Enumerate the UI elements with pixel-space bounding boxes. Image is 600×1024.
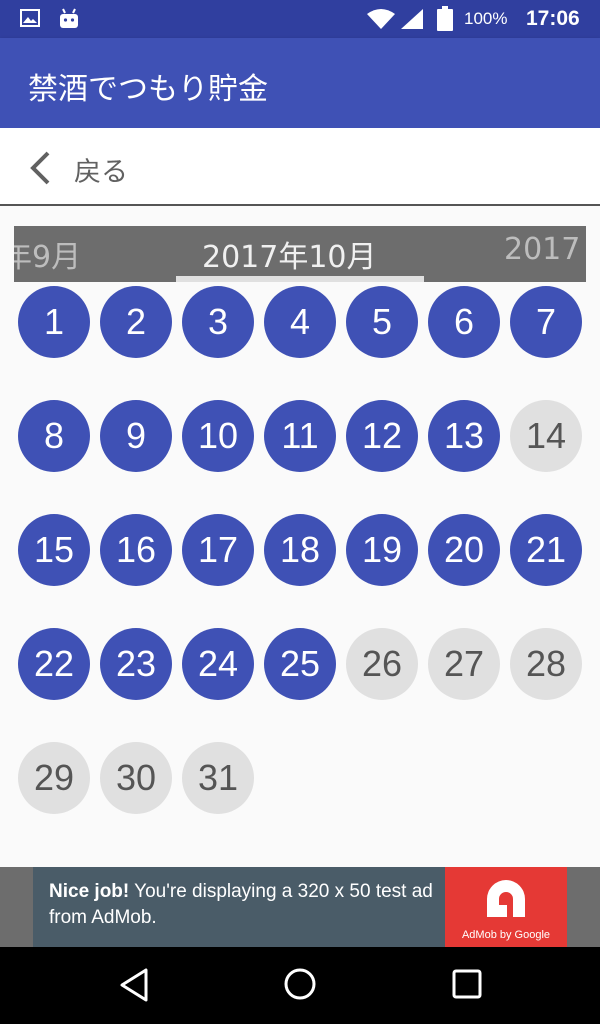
admob-brand: AdMob by Google xyxy=(461,929,551,941)
day-cell-14[interactable]: 14 xyxy=(510,400,582,472)
ad-content[interactable]: Nice job! You're displaying a 320 x 50 t… xyxy=(33,867,567,947)
ad-banner[interactable]: Nice job! You're displaying a 320 x 50 t… xyxy=(0,867,600,947)
status-bar: 100% 17:06 xyxy=(0,0,600,38)
day-cell-20[interactable]: 20 xyxy=(428,514,500,586)
signal-icon xyxy=(401,9,423,29)
ad-headline: Nice job! xyxy=(49,881,130,902)
day-cell-29[interactable]: 29 xyxy=(18,742,90,814)
clock: 17:06 xyxy=(526,7,580,30)
tab-previous-month[interactable]: 年9月 xyxy=(14,232,81,276)
day-cell-2[interactable]: 2 xyxy=(100,286,172,358)
battery-percent: 100% xyxy=(464,9,508,28)
admob-icon xyxy=(487,880,525,917)
day-cell-15[interactable]: 15 xyxy=(18,514,90,586)
app-title: 禁酒でつもり貯金 xyxy=(28,72,268,107)
day-cell-18[interactable]: 18 xyxy=(264,514,336,586)
android-icon xyxy=(60,8,78,28)
chevron-left-icon xyxy=(30,151,50,185)
back-triangle-icon[interactable] xyxy=(118,967,150,1003)
day-cell-7[interactable]: 7 xyxy=(510,286,582,358)
day-cell-23[interactable]: 23 xyxy=(100,628,172,700)
day-cell-17[interactable]: 17 xyxy=(182,514,254,586)
ad-text: Nice job! You're displaying a 320 x 50 t… xyxy=(49,879,449,931)
tab-indicator xyxy=(176,276,424,282)
day-cell-19[interactable]: 19 xyxy=(346,514,418,586)
day-cell-28[interactable]: 28 xyxy=(510,628,582,700)
day-cell-6[interactable]: 6 xyxy=(428,286,500,358)
day-cell-24[interactable]: 24 xyxy=(182,628,254,700)
home-circle-icon[interactable] xyxy=(283,967,317,1001)
day-cell-21[interactable]: 21 xyxy=(510,514,582,586)
day-cell-9[interactable]: 9 xyxy=(100,400,172,472)
day-cell-31[interactable]: 31 xyxy=(182,742,254,814)
tab-current-month[interactable]: 2017年10月 xyxy=(202,232,377,276)
day-cell-16[interactable]: 16 xyxy=(100,514,172,586)
wifi-icon xyxy=(367,9,395,29)
day-cell-30[interactable]: 30 xyxy=(100,742,172,814)
battery-icon xyxy=(437,6,453,31)
day-cell-5[interactable]: 5 xyxy=(346,286,418,358)
recents-square-icon[interactable] xyxy=(452,969,482,999)
day-cell-26[interactable]: 26 xyxy=(346,628,418,700)
day-cell-25[interactable]: 25 xyxy=(264,628,336,700)
admob-logo: AdMob by Google xyxy=(445,867,567,947)
day-cell-13[interactable]: 13 xyxy=(428,400,500,472)
month-tabs[interactable]: 年9月 2017年10月 2017 xyxy=(14,226,586,282)
back-label: 戻る xyxy=(74,157,128,188)
day-cell-3[interactable]: 3 xyxy=(182,286,254,358)
back-button[interactable]: 戻る xyxy=(0,128,600,206)
day-cell-4[interactable]: 4 xyxy=(264,286,336,358)
day-cell-8[interactable]: 8 xyxy=(18,400,90,472)
day-cell-10[interactable]: 10 xyxy=(182,400,254,472)
app-bar: 禁酒でつもり貯金 xyxy=(0,38,600,128)
tab-next-month[interactable]: 2017 xyxy=(504,232,580,267)
day-cell-22[interactable]: 22 xyxy=(18,628,90,700)
day-cell-27[interactable]: 27 xyxy=(428,628,500,700)
day-cell-11[interactable]: 11 xyxy=(264,400,336,472)
day-cell-1[interactable]: 1 xyxy=(18,286,90,358)
day-cell-12[interactable]: 12 xyxy=(346,400,418,472)
image-icon xyxy=(20,9,40,27)
navigation-bar xyxy=(0,947,600,1024)
